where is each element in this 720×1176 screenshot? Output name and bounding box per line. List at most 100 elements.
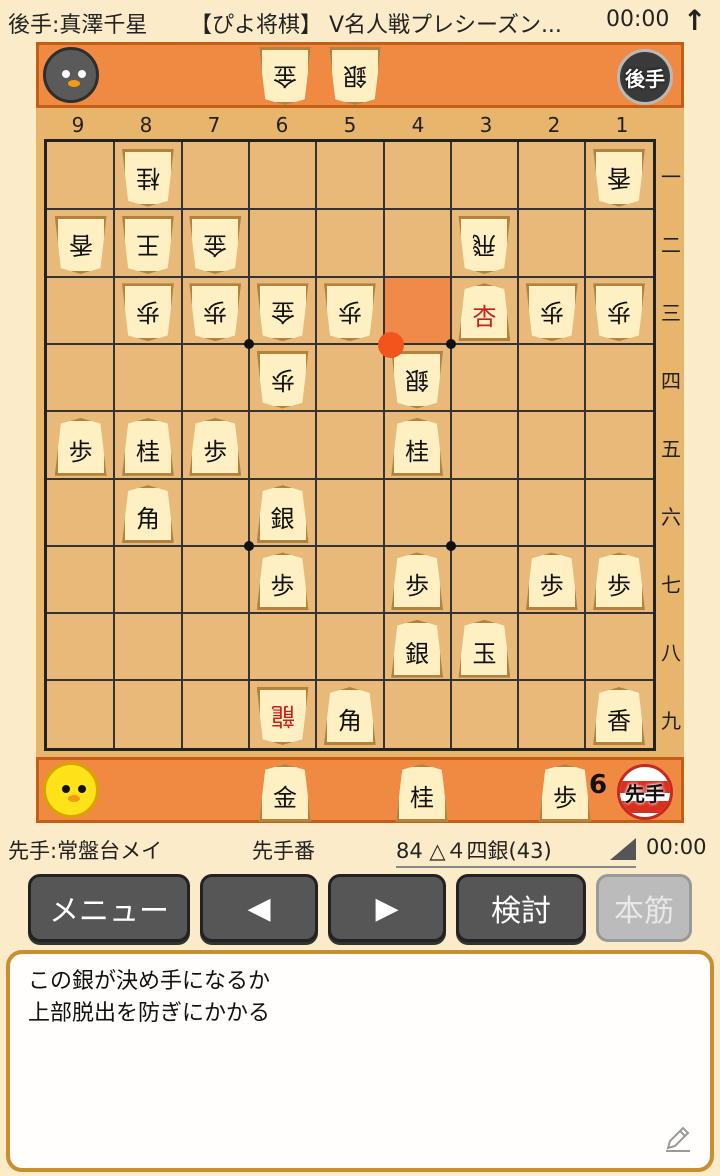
mainline-button: 本筋 — [596, 874, 692, 942]
sente-hand-area: 金 桂 歩 6 先手 — [36, 757, 684, 823]
piece-label: 龍 — [270, 702, 295, 731]
board-piece[interactable]: 龍 — [256, 687, 309, 746]
piece-label: 桂 — [405, 437, 430, 466]
grid-line — [47, 679, 653, 682]
file-label: 8 — [139, 113, 153, 137]
board-piece[interactable]: 歩 — [189, 417, 242, 476]
piece-label: 歩 — [405, 572, 430, 601]
file-label: 1 — [615, 113, 629, 137]
piece-label: 飛 — [472, 230, 497, 259]
board-piece[interactable]: 香 — [593, 687, 646, 746]
piece-label: 桂 — [410, 784, 434, 812]
grid-line — [47, 208, 653, 211]
sente-player-name: 先手:常盤台メイ — [8, 839, 163, 863]
board-piece[interactable]: 歩 — [323, 283, 376, 342]
board-piece[interactable]: 歩 — [525, 283, 578, 342]
piece-label: 歩 — [539, 298, 564, 327]
piece-label: 桂 — [135, 163, 160, 192]
piece-label: 金 — [203, 230, 228, 259]
last-move-dot — [377, 331, 404, 358]
board-piece[interactable]: 桂 — [121, 417, 174, 476]
piece-label: 銀 — [270, 505, 295, 534]
gote-clock: 00:00 — [606, 7, 670, 32]
up-arrow-icon[interactable]: ↑ — [683, 4, 706, 37]
piece-label: 香 — [68, 230, 93, 259]
piece-label: 金 — [273, 784, 297, 812]
file-label: 6 — [275, 113, 289, 137]
grid-line — [449, 142, 452, 748]
board-piece[interactable]: 銀 — [391, 619, 444, 678]
grid-line — [247, 142, 250, 748]
file-label: 7 — [207, 113, 221, 137]
piece-label: 角 — [337, 707, 362, 736]
board-piece[interactable]: 歩 — [593, 283, 646, 342]
grid-line — [47, 410, 653, 413]
piece-label: 玉 — [472, 639, 497, 668]
current-move-selector[interactable]: 84 △４四銀(43) — [396, 835, 636, 868]
board-piece[interactable]: 金 — [256, 283, 309, 342]
sente-clock: 00:00 — [646, 835, 707, 859]
board-piece[interactable]: 桂 — [121, 148, 174, 207]
sente-hand-piece-pawn[interactable]: 歩 — [539, 764, 591, 822]
menu-button[interactable]: メニュー — [28, 874, 190, 942]
board-piece[interactable]: 歩 — [593, 552, 646, 611]
board-piece[interactable]: 金 — [189, 215, 242, 274]
board-piece[interactable]: 香 — [593, 148, 646, 207]
file-label: 3 — [479, 113, 493, 137]
shogi-board[interactable]: 桂香香王金飛歩歩金歩杏歩歩歩銀歩桂歩桂角銀歩歩歩歩銀玉龍角香 — [44, 139, 656, 751]
board-piece[interactable]: 桂 — [391, 417, 444, 476]
analyze-button[interactable]: 検討 — [456, 874, 586, 942]
board-piece[interactable]: 歩 — [525, 552, 578, 611]
board-piece[interactable]: 歩 — [54, 417, 107, 476]
board-piece[interactable]: 杏 — [458, 283, 511, 342]
piece-label: 歩 — [337, 298, 362, 327]
grid-line — [517, 142, 520, 748]
grid-line — [47, 275, 653, 278]
file-label: 4 — [411, 113, 425, 137]
sente-badge: 先手 — [617, 764, 673, 820]
gote-hand-piece-silver[interactable]: 銀 — [329, 47, 381, 105]
piece-label: 歩 — [607, 298, 632, 327]
grid-line — [584, 142, 587, 748]
file-label: 2 — [547, 113, 561, 137]
top-status-bar: 後手:真澤千星 【ぴよ将棋】 V名人戦プレシーズン... 00:00 ↑ — [0, 0, 720, 42]
back-button[interactable]: ◀ — [200, 874, 318, 942]
board-piece[interactable]: 歩 — [256, 552, 309, 611]
gote-player-name: 後手:真澤千星 — [8, 13, 148, 38]
board-piece[interactable]: 歩 — [391, 552, 444, 611]
board-piece[interactable]: 歩 — [189, 283, 242, 342]
piece-label: 歩 — [270, 572, 295, 601]
piece-label: 香 — [607, 707, 632, 736]
board-piece[interactable]: 銀 — [391, 350, 444, 409]
comment-box[interactable]: この銀が決め手になるか 上部脱出を防ぎにかかる — [6, 950, 714, 1172]
rank-label: 一 — [661, 165, 681, 189]
board-piece[interactable]: 銀 — [256, 485, 309, 544]
board-piece[interactable]: 飛 — [458, 215, 511, 274]
piece-label: 杏 — [472, 303, 497, 332]
gote-hand-piece-gold[interactable]: 金 — [259, 47, 311, 105]
rank-label: 九 — [661, 709, 681, 733]
board-piece[interactable]: 歩 — [256, 350, 309, 409]
corner-triangle-icon — [610, 838, 636, 860]
turn-indicator: 先手番 — [252, 839, 315, 863]
sente-hand-piece-gold[interactable]: 金 — [259, 764, 311, 822]
board-piece[interactable]: 香 — [54, 215, 107, 274]
sente-hand-piece-knight[interactable]: 桂 — [396, 764, 448, 822]
piece-label: 歩 — [607, 572, 632, 601]
forward-button[interactable]: ▶ — [328, 874, 446, 942]
pencil-icon[interactable] — [662, 1122, 694, 1154]
piece-label: 歩 — [203, 298, 228, 327]
comment-line-2: 上部脱出を防ぎにかかる — [28, 1001, 271, 1026]
grid-line — [382, 142, 385, 748]
file-label: 9 — [71, 113, 85, 137]
piece-label: 銀 — [405, 639, 430, 668]
board-piece[interactable]: 歩 — [121, 283, 174, 342]
board-piece[interactable]: 玉 — [458, 619, 511, 678]
board-piece[interactable]: 角 — [121, 485, 174, 544]
board-piece[interactable]: 王 — [121, 215, 174, 274]
board-piece[interactable]: 角 — [323, 687, 376, 746]
piece-label: 金 — [270, 298, 295, 327]
rank-label: 五 — [661, 437, 681, 461]
grid-line — [47, 342, 653, 345]
gote-avatar — [43, 47, 99, 103]
